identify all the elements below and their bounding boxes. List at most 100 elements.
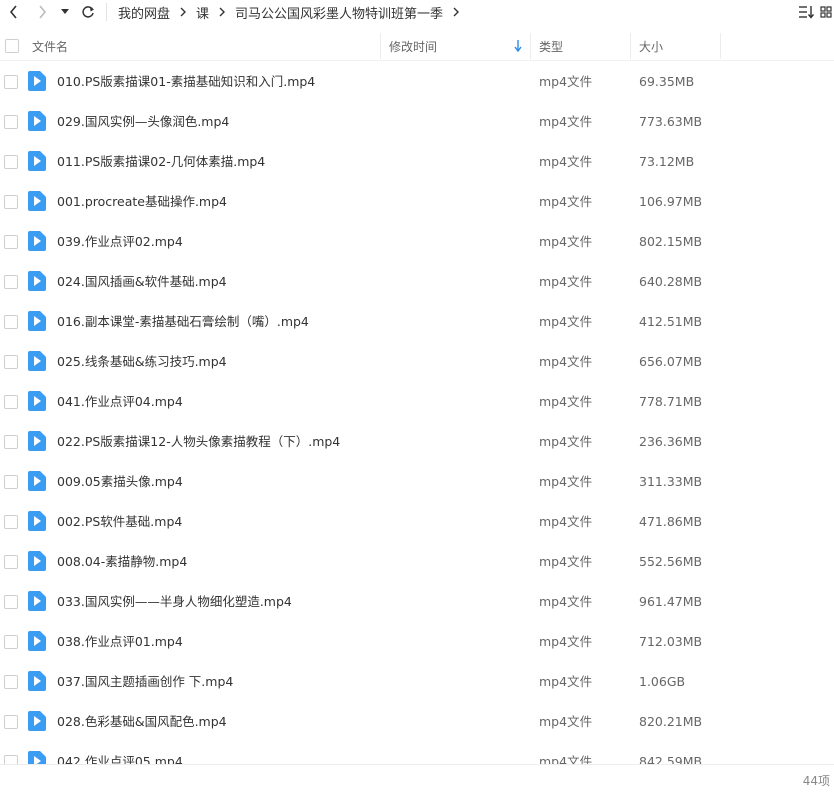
video-file-icon: [28, 631, 46, 651]
file-name[interactable]: 009.05素描头像.mp4: [57, 462, 183, 502]
file-name[interactable]: 002.PS软件基础.mp4: [57, 502, 182, 542]
file-type: mp4文件: [539, 234, 593, 249]
file-size: 236.36MB: [639, 434, 703, 449]
video-file-icon: [28, 711, 46, 731]
file-size: 412.51MB: [639, 314, 703, 329]
column-type[interactable]: 类型: [539, 31, 563, 61]
file-size: 471.86MB: [639, 514, 703, 529]
breadcrumb-item-current[interactable]: 司马公公国风彩墨人物特训班第一季: [233, 3, 445, 22]
video-file-icon: [28, 551, 46, 571]
file-size: 552.56MB: [639, 554, 703, 569]
file-row[interactable]: 029.国风实例—头像润色.mp4 mp4文件 773.63MB: [0, 102, 834, 142]
row-checkbox[interactable]: [4, 755, 18, 764]
breadcrumb-item-folder[interactable]: 课: [194, 3, 211, 22]
file-type: mp4文件: [539, 154, 593, 169]
video-file-icon: [28, 111, 46, 131]
row-checkbox[interactable]: [4, 275, 18, 289]
file-name[interactable]: 028.色彩基础&国风配色.mp4: [57, 702, 227, 742]
grid-view-icon[interactable]: [818, 0, 834, 24]
sort-list-icon[interactable]: [794, 0, 818, 24]
file-name[interactable]: 025.线条基础&练习技巧.mp4: [57, 342, 227, 382]
file-row[interactable]: 038.作业点评01.mp4 mp4文件 712.03MB: [0, 622, 834, 662]
file-name[interactable]: 042.作业点评05.mp4: [57, 742, 183, 764]
dropdown-caret-icon[interactable]: [56, 0, 74, 24]
file-row[interactable]: 011.PS版素描课02-几何体素描.mp4 mp4文件 73.12MB: [0, 142, 834, 182]
file-name[interactable]: 010.PS版素描课01-素描基础知识和入门.mp4: [57, 62, 315, 102]
row-checkbox[interactable]: [4, 155, 18, 169]
file-name[interactable]: 037.国风主题插画创作 下.mp4: [57, 662, 233, 702]
chevron-right-icon: [176, 0, 190, 24]
file-size: 820.21MB: [639, 714, 703, 729]
file-type: mp4文件: [539, 194, 593, 209]
file-name[interactable]: 008.04-素描静物.mp4: [57, 542, 187, 582]
file-name[interactable]: 001.procreate基础操作.mp4: [57, 182, 227, 222]
row-checkbox[interactable]: [4, 435, 18, 449]
row-checkbox[interactable]: [4, 595, 18, 609]
file-row[interactable]: 024.国风插画&软件基础.mp4 mp4文件 640.28MB: [0, 262, 834, 302]
video-file-icon: [28, 511, 46, 531]
row-checkbox[interactable]: [4, 515, 18, 529]
file-size: 311.33MB: [639, 474, 703, 489]
row-checkbox[interactable]: [4, 315, 18, 329]
file-row[interactable]: 010.PS版素描课01-素描基础知识和入门.mp4 mp4文件 69.35MB: [0, 62, 834, 102]
file-row[interactable]: 022.PS版素描课12-人物头像素描教程（下）.mp4 mp4文件 236.36M…: [0, 422, 834, 462]
file-size: 69.35MB: [639, 74, 695, 89]
file-row[interactable]: 033.国风实例——半身人物细化塑造.mp4 mp4文件 961.47MB: [0, 582, 834, 622]
row-checkbox[interactable]: [4, 75, 18, 89]
video-file-icon: [28, 671, 46, 691]
file-size: 73.12MB: [639, 154, 695, 169]
row-checkbox[interactable]: [4, 235, 18, 249]
file-row[interactable]: 042.作业点评05.mp4 mp4文件 842.59MB: [0, 742, 834, 764]
back-arrow-icon[interactable]: [2, 0, 26, 24]
row-checkbox[interactable]: [4, 195, 18, 209]
file-size: 773.63MB: [639, 114, 703, 129]
row-checkbox[interactable]: [4, 675, 18, 689]
column-divider: [530, 33, 531, 59]
file-row[interactable]: 008.04-素描静物.mp4 mp4文件 552.56MB: [0, 542, 834, 582]
forward-arrow-icon[interactable]: [30, 0, 54, 24]
file-name[interactable]: 029.国风实例—头像润色.mp4: [57, 102, 229, 142]
row-checkbox[interactable]: [4, 355, 18, 369]
file-name[interactable]: 041.作业点评04.mp4: [57, 382, 183, 422]
sort-down-arrow-icon[interactable]: [514, 31, 522, 61]
file-row[interactable]: 037.国风主题插画创作 下.mp4 mp4文件 1.06GB: [0, 662, 834, 702]
row-checkbox[interactable]: [4, 555, 18, 569]
column-divider: [630, 33, 631, 59]
column-name[interactable]: 文件名: [32, 31, 68, 61]
row-checkbox[interactable]: [4, 715, 18, 729]
file-row[interactable]: 009.05素描头像.mp4 mp4文件 311.33MB: [0, 462, 834, 502]
file-size: 1.06GB: [639, 674, 686, 689]
chevron-right-icon[interactable]: [449, 0, 463, 24]
file-size: 778.71MB: [639, 394, 703, 409]
file-row[interactable]: 001.procreate基础操作.mp4 mp4文件 106.97MB: [0, 182, 834, 222]
file-name[interactable]: 022.PS版素描课12-人物头像素描教程（下）.mp4: [57, 422, 340, 462]
column-modified-time[interactable]: 修改时间: [389, 31, 437, 61]
file-size: 106.97MB: [639, 194, 703, 209]
row-checkbox[interactable]: [4, 395, 18, 409]
file-name[interactable]: 011.PS版素描课02-几何体素描.mp4: [57, 142, 265, 182]
file-row[interactable]: 028.色彩基础&国风配色.mp4 mp4文件 820.21MB: [0, 702, 834, 742]
file-row[interactable]: 025.线条基础&练习技巧.mp4 mp4文件 656.07MB: [0, 342, 834, 382]
video-file-icon: [28, 191, 46, 211]
file-type: mp4文件: [539, 514, 593, 529]
row-checkbox[interactable]: [4, 115, 18, 129]
file-row[interactable]: 041.作业点评04.mp4 mp4文件 778.71MB: [0, 382, 834, 422]
column-size[interactable]: 大小: [639, 31, 663, 61]
row-checkbox[interactable]: [4, 635, 18, 649]
file-list: 010.PS版素描课01-素描基础知识和入门.mp4 mp4文件 69.35MB 02…: [0, 62, 834, 764]
file-name[interactable]: 038.作业点评01.mp4: [57, 622, 183, 662]
file-row[interactable]: 002.PS软件基础.mp4 mp4文件 471.86MB: [0, 502, 834, 542]
video-file-icon: [28, 271, 46, 291]
breadcrumb-item-root[interactable]: 我的网盘: [116, 3, 172, 22]
file-name[interactable]: 039.作业点评02.mp4: [57, 222, 183, 262]
file-name[interactable]: 024.国风插画&软件基础.mp4: [57, 262, 227, 302]
row-checkbox[interactable]: [4, 475, 18, 489]
file-name[interactable]: 033.国风实例——半身人物细化塑造.mp4: [57, 582, 292, 622]
refresh-icon[interactable]: [76, 0, 100, 24]
file-name[interactable]: 016.副本课堂-素描基础石膏绘制（嘴）.mp4: [57, 302, 309, 342]
select-all-checkbox[interactable]: [5, 31, 19, 61]
file-row[interactable]: 039.作业点评02.mp4 mp4文件 802.15MB: [0, 222, 834, 262]
file-size: 640.28MB: [639, 274, 703, 289]
item-count: 44项: [802, 774, 830, 788]
file-row[interactable]: 016.副本课堂-素描基础石膏绘制（嘴）.mp4 mp4文件 412.51MB: [0, 302, 834, 342]
